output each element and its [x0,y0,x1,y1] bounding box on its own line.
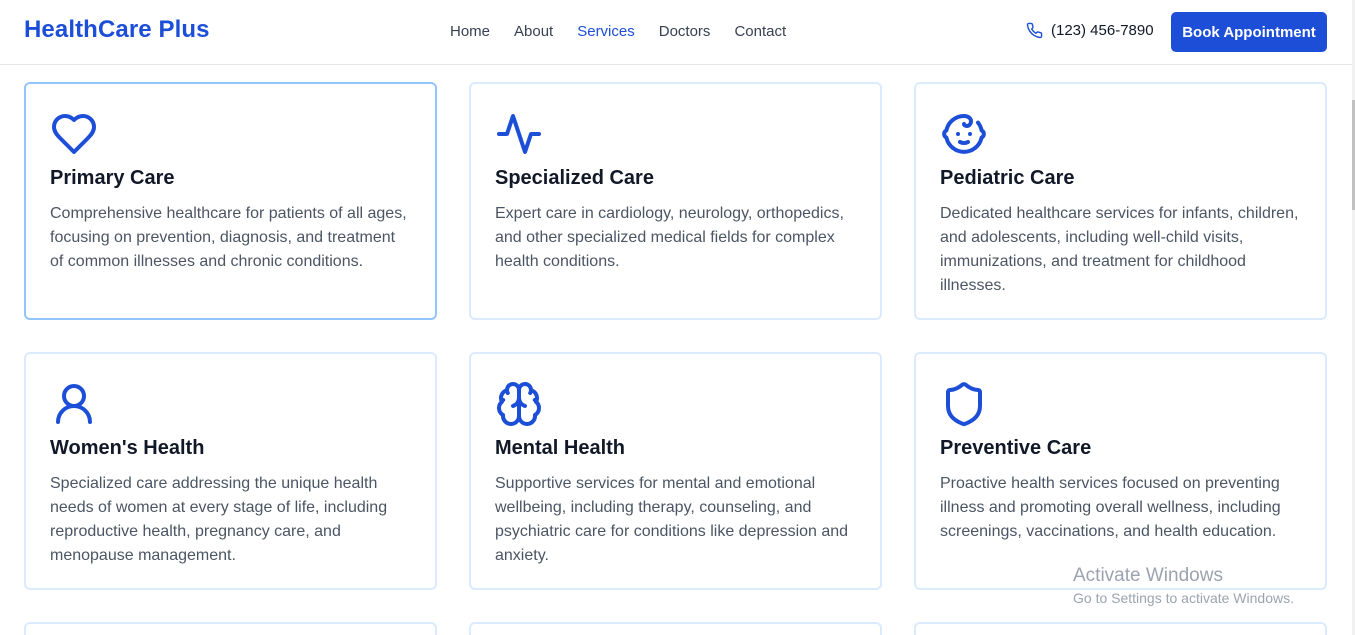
phone-contact[interactable]: (123) 456-7890 [1026,22,1154,39]
service-card-primary-care[interactable]: Primary Care Comprehensive healthcare fo… [24,82,437,320]
brain-icon [495,380,543,428]
service-title: Preventive Care [940,437,1092,459]
service-description: Proactive health services focused on pre… [940,475,1281,540]
services-grid: Primary Care Comprehensive healthcare fo… [24,82,1328,590]
book-appointment-button[interactable]: Book Appointment [1171,12,1327,52]
service-description: Specialized care addressing the unique h… [50,475,388,564]
activity-icon [495,110,543,158]
phone-icon [1026,22,1043,39]
service-card-partial[interactable] [469,622,882,635]
service-card-mental-health[interactable]: Mental Health Supportive services for me… [469,352,882,590]
service-title: Women's Health [50,437,205,459]
service-title: Pediatric Care [940,167,1075,189]
nav-services[interactable]: Services [577,23,635,40]
service-title: Primary Care [50,167,175,189]
nav-contact[interactable]: Contact [734,23,786,40]
service-description: Dedicated healthcare services for infant… [940,205,1299,294]
user-icon [50,380,98,428]
main-nav: Home About Services Doctors Contact [450,23,786,40]
service-card-pediatric-care[interactable]: Pediatric Care Dedicated healthcare serv… [914,82,1327,320]
nav-home[interactable]: Home [450,23,490,40]
service-title: Specialized Care [495,167,654,189]
service-card-womens-health[interactable]: Women's Health Specialized care addressi… [24,352,437,590]
watermark-subtitle: Go to Settings to activate Windows. [1073,590,1294,606]
phone-number: (123) 456-7890 [1051,22,1154,39]
service-card-specialized-care[interactable]: Specialized Care Expert care in cardiolo… [469,82,882,320]
site-header: HealthCare Plus Home About Services Doct… [0,0,1352,65]
service-description: Comprehensive healthcare for patients of… [50,205,407,270]
service-card-partial[interactable] [24,622,437,635]
site-logo[interactable]: HealthCare Plus [24,16,210,44]
services-grid-next-row [24,622,1328,635]
service-card-preventive-care[interactable]: Preventive Care Proactive health service… [914,352,1327,590]
service-description: Expert care in cardiology, neurology, or… [495,205,844,270]
heart-icon [50,110,98,158]
shield-icon [940,380,988,428]
nav-doctors[interactable]: Doctors [659,23,711,40]
nav-about[interactable]: About [514,23,553,40]
service-description: Supportive services for mental and emoti… [495,475,849,564]
service-card-partial[interactable] [914,622,1327,635]
service-title: Mental Health [495,437,626,459]
baby-icon [940,110,988,158]
